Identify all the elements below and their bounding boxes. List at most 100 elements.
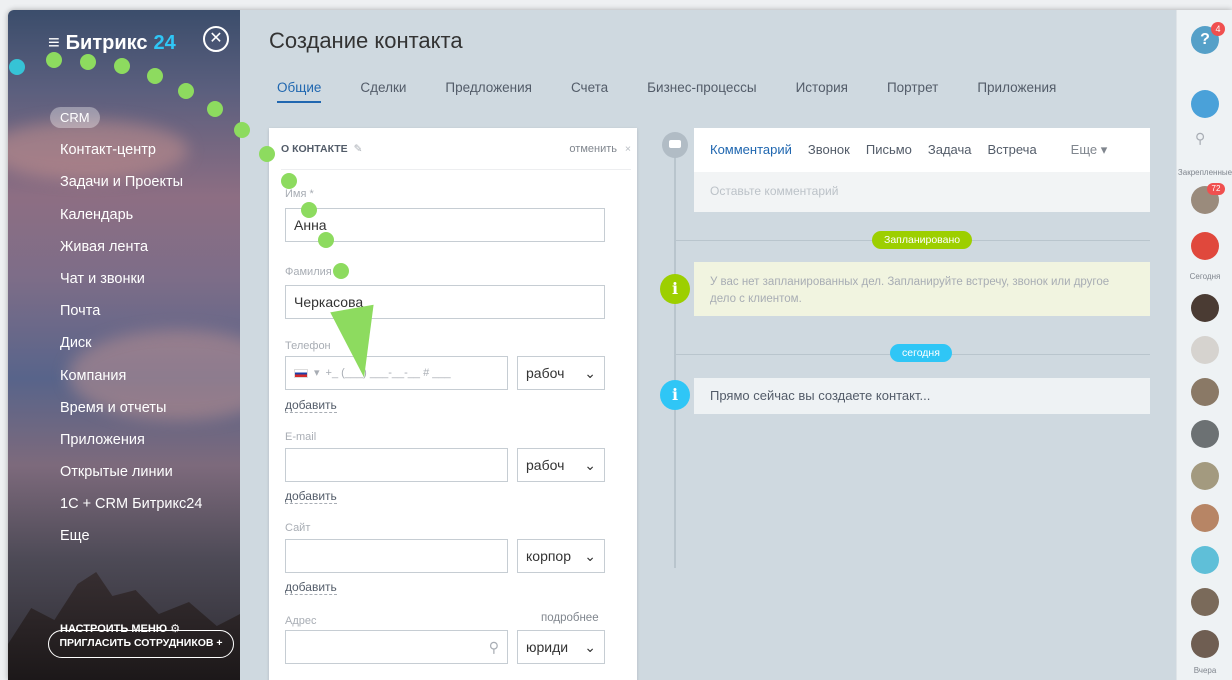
sidebar-item-calendar[interactable]: Календарь xyxy=(50,199,240,231)
bell-icon[interactable] xyxy=(1191,90,1219,118)
avatar[interactable] xyxy=(1191,420,1219,448)
comment-input[interactable]: Оставьте комментарий xyxy=(694,172,1150,212)
address-label: Адрес xyxy=(285,615,317,627)
yesterday-label: Вчера xyxy=(1193,666,1217,675)
tab-comment[interactable]: Комментарий xyxy=(710,142,792,170)
chevron-down-icon: ⌄ xyxy=(584,456,596,473)
sidebar-item-time-reports[interactable]: Время и отчеты xyxy=(50,392,240,424)
address-more-link[interactable]: подробнее xyxy=(541,612,599,624)
tab-general[interactable]: Общие xyxy=(277,80,322,103)
sidebar-item-apps[interactable]: Приложения xyxy=(50,424,240,456)
sidebar-item-more[interactable]: Еще xyxy=(50,520,240,552)
sidebar-item-disk[interactable]: Диск xyxy=(50,327,240,359)
avatar[interactable] xyxy=(1191,232,1219,260)
sidebar-item-mail[interactable]: Почта xyxy=(50,295,240,327)
avatar[interactable] xyxy=(1191,294,1219,322)
close-section-icon[interactable]: × xyxy=(625,143,631,155)
avatar[interactable] xyxy=(1191,588,1219,616)
email-type-select[interactable]: рабоч ⌄ xyxy=(517,448,605,482)
timeline-line xyxy=(674,148,676,568)
tab-history[interactable]: История xyxy=(796,80,848,103)
tab-task[interactable]: Задача xyxy=(928,142,972,170)
email-field[interactable] xyxy=(285,448,508,482)
caret-icon[interactable]: ▾ xyxy=(314,363,320,383)
sidebar-item-feed[interactable]: Живая лента xyxy=(50,231,240,263)
sidebar-item-1c-crm[interactable]: 1С + CRM Битрикс24 xyxy=(50,488,240,520)
avatar[interactable] xyxy=(1191,378,1219,406)
today-note: Прямо сейчас вы создаете контакт... xyxy=(694,378,1150,414)
app-window: ≡ Битрикс 24 ✕ CRM Контакт-центр Задачи … xyxy=(8,10,1232,680)
megaphone-icon[interactable] xyxy=(1191,546,1219,574)
site-type-select[interactable]: корпор ⌄ xyxy=(517,539,605,573)
guide-dot xyxy=(147,68,163,84)
last-name-label: Фамилия xyxy=(285,266,332,278)
tab-more[interactable]: Еще ▾ xyxy=(1071,142,1108,170)
guide-dot xyxy=(333,263,349,279)
tab-call[interactable]: Звонок xyxy=(808,142,850,170)
address-type-value: юриди xyxy=(526,639,569,655)
tab-invoices[interactable]: Счета xyxy=(571,80,608,103)
phone-type-value: рабоч xyxy=(526,365,565,381)
chevron-down-icon: ⌄ xyxy=(584,364,596,381)
add-site-link[interactable]: добавить xyxy=(285,580,337,595)
russia-flag-icon[interactable] xyxy=(294,368,308,378)
sidebar-item-chat[interactable]: Чат и звонки xyxy=(50,263,240,295)
planned-badge: Запланировано xyxy=(872,231,973,249)
site-field[interactable] xyxy=(285,539,508,573)
phone-field[interactable]: ▾ +_ (___) ___-__-__ # ___ xyxy=(285,356,508,390)
phone-label: Телефон xyxy=(285,340,331,352)
today-badge: сегодня xyxy=(890,344,952,362)
guide-dot xyxy=(114,58,130,74)
invite-button[interactable]: ПРИГЛАСИТЬ СОТРУДНИКОВ + xyxy=(48,630,234,658)
avatar[interactable] xyxy=(1191,630,1219,658)
tab-offers[interactable]: Предложения xyxy=(445,80,532,103)
chevron-down-icon: ⌄ xyxy=(584,638,596,655)
sidebar-item-contact-center[interactable]: Контакт-центр xyxy=(50,134,240,166)
activity-tabs: Комментарий Звонок Письмо Задача Встреча… xyxy=(710,142,1123,170)
tab-letter[interactable]: Письмо xyxy=(866,142,912,170)
tab-business-processes[interactable]: Бизнес-процессы xyxy=(647,80,756,103)
sidebar-item-tasks[interactable]: Задачи и Проекты xyxy=(50,166,240,198)
guide-dot xyxy=(259,146,275,162)
add-email-link[interactable]: добавить xyxy=(285,489,337,504)
chevron-down-icon: ⌄ xyxy=(584,547,596,564)
info-icon: i xyxy=(660,380,690,410)
sidebar-item-company[interactable]: Компания xyxy=(50,360,240,392)
logo[interactable]: ≡ Битрикс 24 xyxy=(48,32,176,55)
email-label: E-mail xyxy=(285,431,317,443)
sidebar-item-label: CRM xyxy=(50,107,100,128)
form-header: О КОНТАКТЕ ✎ отменить × xyxy=(281,128,631,170)
guide-dot xyxy=(178,83,194,99)
mountain-image xyxy=(8,572,240,680)
tab-more-label: Еще xyxy=(1070,142,1098,157)
search-icon[interactable]: ⚲ xyxy=(1195,130,1205,147)
guide-dot xyxy=(46,52,62,68)
avatar[interactable] xyxy=(1191,462,1219,490)
tab-portrait[interactable]: Портрет xyxy=(887,80,938,103)
sidebar-menu: CRM Контакт-центр Задачи и Проекты Кален… xyxy=(50,102,240,553)
screen: ≡ Битрикс 24 ✕ CRM Контакт-центр Задачи … xyxy=(0,0,1232,680)
address-field[interactable]: ⚲ xyxy=(285,630,508,664)
close-icon[interactable]: ✕ xyxy=(203,26,229,52)
today-label: Сегодня xyxy=(1189,272,1221,281)
pinned-label: Закрепленные xyxy=(1177,168,1232,177)
phone-type-select[interactable]: рабоч ⌄ xyxy=(517,356,605,390)
comment-icon xyxy=(662,132,688,158)
tab-bar: Общие Сделки Предложения Счета Бизнес-пр… xyxy=(277,80,1095,103)
address-type-select[interactable]: юриди ⌄ xyxy=(517,630,605,664)
add-phone-link[interactable]: добавить xyxy=(285,398,337,413)
avatar[interactable] xyxy=(1191,336,1219,364)
edit-icon[interactable]: ✎ xyxy=(354,143,363,155)
unread-count-badge: 72 xyxy=(1207,183,1225,195)
guide-dot xyxy=(301,202,317,218)
cancel-link[interactable]: отменить xyxy=(569,143,631,155)
logo-number: 24 xyxy=(153,32,176,54)
guide-dot xyxy=(80,54,96,70)
avatar[interactable] xyxy=(1191,504,1219,532)
page-title: Создание контакта xyxy=(269,28,463,53)
sidebar-item-open-lines[interactable]: Открытые линии xyxy=(50,456,240,488)
tab-applications[interactable]: Приложения xyxy=(977,80,1056,103)
tab-meeting[interactable]: Встреча xyxy=(988,142,1037,170)
tab-deals[interactable]: Сделки xyxy=(360,80,406,103)
logo-name: Битрикс xyxy=(65,32,148,54)
